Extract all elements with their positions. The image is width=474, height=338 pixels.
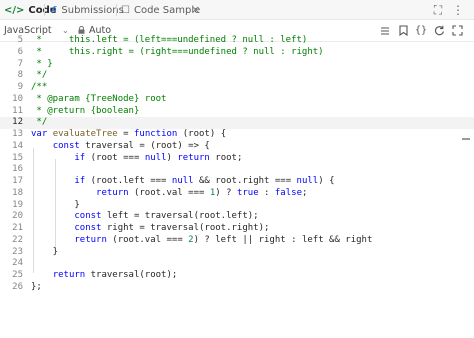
expand-icon[interactable]: ⛶ — [431, 0, 445, 20]
code-line: 9/** — [17, 82, 48, 92]
editor-scrollbar[interactable] — [462, 138, 470, 140]
code-line: 11 * @return {boolean} — [12, 105, 140, 116]
lock-icon — [78, 26, 85, 34]
code-line: 23 } — [12, 246, 59, 257]
code-line: 18 return (root.val === 1) ? true : fals… — [12, 187, 308, 198]
code-icon: </> — [4, 4, 25, 16]
tab-submissions[interactable]: ↺ Submissions — [49, 0, 124, 20]
code-line: 20 const left = traversal(root.left); — [12, 211, 259, 222]
tab-code-sample[interactable]: ☐ Code Sample — [121, 0, 200, 20]
code-line: 19 } — [12, 199, 80, 210]
code-line: 7 * } — [17, 58, 53, 69]
code-line: 16 — [12, 164, 23, 175]
code-editor[interactable]: 5 * this.left = (left===undefined ? null… — [0, 35, 474, 338]
more-options-icon[interactable]: ⋮ — [451, 0, 465, 20]
tab-close-button[interactable]: × — [191, 0, 200, 20]
code-line: 14 const traversal = (root) => { — [12, 140, 210, 151]
code-line: 6 * this.right = (right===undefined ? nu… — [17, 46, 324, 57]
code-line: 26}; — [12, 281, 42, 292]
code-line: 5 * this.left = (left===undefined ? null… — [17, 35, 308, 45]
code-line: 24 — [12, 258, 23, 269]
code-line-current: 12 */ — [0, 117, 474, 129]
document-icon: ☐ — [121, 4, 130, 16]
editor-tab-bar: </> Code ↺ Submissions ☐ Code Sample × ⛶… — [0, 0, 474, 20]
tab-divider — [44, 4, 45, 16]
history-icon: ↺ — [49, 4, 58, 16]
code-line: 13 var evaluateTree = function (root) { — [12, 129, 227, 139]
code-line: 17 if (root.left === null && root.right … — [12, 176, 335, 186]
tab-divider — [116, 4, 117, 16]
code-line: 21 const right = traversal(root.right); — [12, 223, 270, 233]
code-line: 15 if (root === null) return root; — [12, 152, 243, 163]
code-line: 10 * @param {TreeNode} root — [12, 93, 167, 104]
code-line: 8 */ — [17, 70, 48, 81]
code-line: 25 return traversal(root); — [12, 270, 178, 280]
code-line: 22 return (root.val === 2) ? left || rig… — [12, 234, 373, 245]
tab-submissions-label: Submissions — [61, 4, 124, 16]
